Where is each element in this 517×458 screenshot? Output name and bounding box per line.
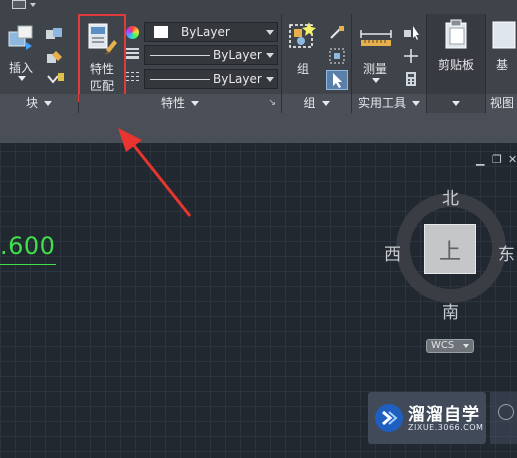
chevron-down-icon [266,77,274,82]
watermark-url: ZIXUE.3066.COM [408,423,484,432]
chevron-down-icon [266,30,274,35]
chevron-down-icon [412,101,420,106]
lineweight-preview [150,55,210,56]
group-edit-icon [329,48,345,64]
watermark-brand: 溜溜自学 [408,405,480,425]
navigation-bar-edge[interactable] [490,392,517,444]
chevron-down-icon [30,3,36,7]
viewcube-top-label: 上 [439,240,462,265]
measure-button[interactable]: 测量 [356,22,396,84]
lineweight-value: ByLayer [213,48,262,62]
crosshair-icon [404,49,418,63]
clipboard-panel-title[interactable] [427,94,485,113]
group-panel-title[interactable]: 组 [282,94,351,113]
edit-block-button[interactable] [44,48,66,66]
group-panel-label: 组 [303,96,316,110]
chevron-down-icon [266,53,274,58]
wcs-menu[interactable]: WCS [426,339,474,353]
measure-label: 测量 [363,62,388,76]
attribute-icon [47,73,64,84]
insert-block-icon [8,25,33,50]
workspace-icon [12,0,26,9]
insert-button[interactable]: 插入 [4,22,38,81]
view-panel-title[interactable]: 视图 [486,94,517,113]
dimension-text[interactable]: .600 [0,232,55,260]
clipboard-icon [445,19,467,49]
point-style-button[interactable] [402,47,420,65]
clipboard-button[interactable]: 剪贴板 [432,18,480,78]
create-block-button[interactable] [44,26,66,44]
watermark: 溜溜自学 ZIXUE.3066.COM [368,392,486,444]
chevron-down-icon [463,344,469,348]
view-panel-label: 视图 [490,96,515,110]
create-block-icon [46,28,62,39]
color-wheel-icon [126,26,139,39]
base-view-button[interactable]: 基 [488,18,517,78]
match-properties-button[interactable]: 特性 匹配 [78,14,126,102]
chevron-down-icon [452,101,460,106]
properties-panel-title[interactable]: 特性 ↘ [79,94,281,113]
edit-block-icon [47,51,62,63]
calculator-icon [406,72,416,86]
ribbon: 插入 块 特性 匹配 ByLayer ByLayer ByLayer 特性 ↘ … [0,0,517,113]
color-swatch [154,26,168,38]
linetype-preview [150,79,210,80]
properties-panel-label: 特性 [160,96,185,110]
quick-access-toolbar[interactable] [12,0,38,12]
utilities-panel-label: 实用工具 [357,96,406,110]
object-color-value: ByLayer [181,25,230,39]
restore-icon[interactable]: ❐ [492,153,502,166]
minimize-icon[interactable]: ▁ [476,153,484,166]
block-attributes-button[interactable] [44,70,66,88]
block-panel-label: 块 [25,96,38,110]
match-properties-label-line1: 特性 [89,62,114,76]
chevron-down-icon [191,101,199,106]
linetype-dropdown[interactable]: ByLayer [144,69,278,89]
clipboard-label: 剪贴板 [438,58,475,72]
compass-south[interactable]: 南 [442,298,459,323]
group-icon [289,22,316,48]
base-view-label: 基 [496,58,509,72]
utilities-panel-title[interactable]: 实用工具 [352,94,426,113]
chevron-down-icon [44,101,52,106]
chevron-down-icon [321,101,330,106]
ruler-icon [360,30,392,46]
chevron-down-icon [18,76,26,81]
dimension-line[interactable] [0,264,56,265]
ungroup-button[interactable] [328,24,346,42]
quick-select-button[interactable] [402,24,420,42]
match-properties-label-line2: 匹配 [89,79,114,93]
group-label: 组 [297,62,310,76]
object-color-dropdown[interactable]: ByLayer [144,22,278,42]
lineweight-dropdown[interactable]: ByLayer [144,45,278,65]
compass-west[interactable]: 西 [384,240,401,265]
wcs-label: WCS [431,340,455,351]
compass-east[interactable]: 东 [498,240,515,265]
match-properties-icon [88,23,117,55]
group-button[interactable]: 组 [286,20,320,78]
group-selection-button[interactable] [326,70,348,90]
panel-launcher-icon[interactable]: ↘ [268,94,276,113]
watermark-logo [375,404,403,432]
calculator-button[interactable] [402,70,420,88]
lineweight-icon [126,48,139,60]
cursor-icon [333,73,342,88]
block-panel-title[interactable]: 块 [0,94,78,113]
close-icon[interactable]: ✕ [508,153,517,166]
linetype-value: ByLayer [213,72,262,86]
quick-select-icon [404,26,419,40]
compass-north[interactable]: 北 [442,184,459,209]
linetype-icon [126,72,139,84]
insert-label: 插入 [9,61,34,75]
viewcube-top-face[interactable]: 上 [424,224,476,274]
base-view-icon [492,21,516,49]
chevron-down-icon [372,78,380,83]
autocad-window: 插入 块 特性 匹配 ByLayer ByLayer ByLayer 特性 ↘ … [0,0,517,458]
group-edit-button[interactable] [328,47,346,65]
ungroup-icon [330,26,344,39]
drawing-tab-strip [0,113,517,143]
